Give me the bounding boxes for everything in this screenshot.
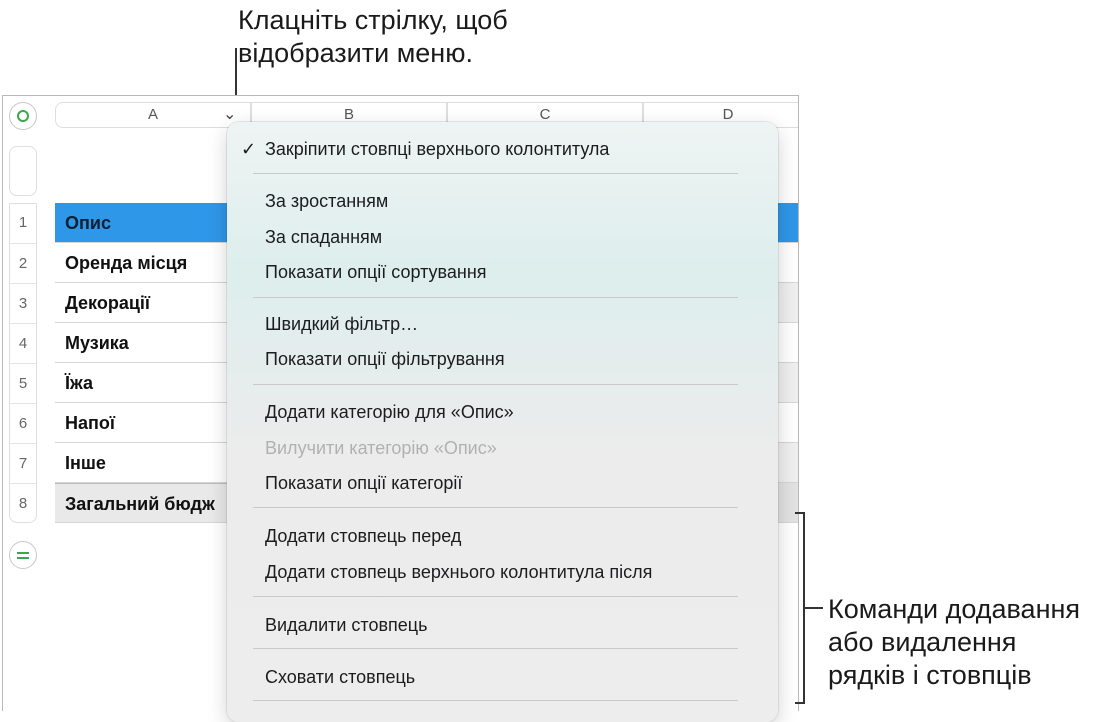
menu-item-filter-options[interactable]: Показати опції фільтрування <box>265 346 505 372</box>
add-row-button[interactable] <box>9 541 37 569</box>
table-cell[interactable]: Їжа <box>55 363 255 403</box>
table-cell[interactable]: Музика <box>55 323 255 363</box>
checkmark-icon: ✓ <box>241 139 257 159</box>
table-cell[interactable]: Інше <box>55 443 255 483</box>
row-number[interactable]: 8 <box>9 483 37 523</box>
column-label: A <box>148 106 159 123</box>
menu-item-category-options[interactable]: Показати опції категорії <box>265 470 462 496</box>
menu-item-quick-filter[interactable]: Швидкий фільтр… <box>265 311 418 337</box>
table-select-button[interactable] <box>9 102 37 130</box>
table-row <box>778 203 798 243</box>
callout-line: Клацніть стрілку, щоб <box>238 5 508 35</box>
menu-item-sort-options[interactable]: Показати опції сортування <box>265 259 487 285</box>
table-cell[interactable]: Декорації <box>55 283 255 323</box>
table-row <box>778 323 798 363</box>
row-number[interactable]: 2 <box>9 243 37 283</box>
column-header-a[interactable]: A <box>55 102 251 128</box>
circle-icon <box>17 110 29 122</box>
row-number[interactable]: 5 <box>9 363 37 403</box>
table-row <box>778 403 798 443</box>
equals-icon <box>17 552 29 554</box>
menu-separator <box>253 384 738 385</box>
menu-separator <box>253 173 738 174</box>
row-number[interactable]: 7 <box>9 443 37 483</box>
menu-separator <box>253 700 738 701</box>
menu-separator <box>253 297 738 298</box>
table-row <box>778 443 798 483</box>
menu-item-hide-column[interactable]: Сховати стовпець <box>265 664 415 690</box>
equals-icon <box>17 557 29 559</box>
table-row <box>778 243 798 283</box>
menu-item-sort-descending[interactable]: За спаданням <box>265 224 382 250</box>
menu-separator <box>253 507 738 508</box>
menu-item-freeze-header-columns[interactable]: Закріпити стовпці верхнього колонтитула <box>265 136 609 162</box>
column-context-menu: ✓ Закріпити стовпці верхнього колонтитул… <box>227 122 778 722</box>
table-cell[interactable]: Напої <box>55 403 255 443</box>
menu-item-add-header-column-after[interactable]: Додати стовпець верхнього колонтитула пі… <box>265 559 652 585</box>
menu-item-remove-category: Вилучити категорію «Опис» <box>265 438 497 458</box>
menu-separator <box>253 596 738 597</box>
menu-item-add-category[interactable]: Додати категорію для «Опис» <box>265 399 514 425</box>
callout-line: рядків і стовпців <box>828 660 1032 690</box>
menu-item-delete-column[interactable]: Видалити стовпець <box>265 612 428 638</box>
menu-item-sort-ascending[interactable]: За зростанням <box>265 188 388 214</box>
row-number[interactable]: 4 <box>9 323 37 363</box>
callout-line: або видалення <box>828 627 1017 657</box>
callout-line: Команди додавання <box>828 594 1081 624</box>
table-cell[interactable]: Загальний бюдж <box>55 483 255 523</box>
table-cell[interactable]: Оренда місця <box>55 243 255 283</box>
table-row <box>778 483 798 523</box>
chevron-down-icon[interactable]: ⌄ <box>223 104 236 124</box>
callout-show-menu: Клацніть стрілку, щоб відобразити меню. <box>238 4 508 70</box>
column-label: C <box>539 106 551 123</box>
table-cell[interactable]: Опис <box>55 203 255 243</box>
bracket-line <box>795 702 805 704</box>
callout-add-remove: Команди додавання або видалення рядків і… <box>828 593 1080 692</box>
column-label: B <box>343 106 354 123</box>
menu-item-add-column-before[interactable]: Додати стовпець перед <box>265 523 461 549</box>
row-number[interactable]: 3 <box>9 283 37 323</box>
table-row <box>778 283 798 323</box>
callout-line: відобразити меню. <box>238 38 473 68</box>
row-header-rail <box>9 146 37 196</box>
column-label: D <box>722 106 734 123</box>
row-number[interactable]: 6 <box>9 403 37 443</box>
row-number[interactable]: 1 <box>9 203 37 243</box>
menu-separator <box>253 648 738 649</box>
table-row <box>778 363 798 403</box>
bracket-line <box>803 607 823 609</box>
